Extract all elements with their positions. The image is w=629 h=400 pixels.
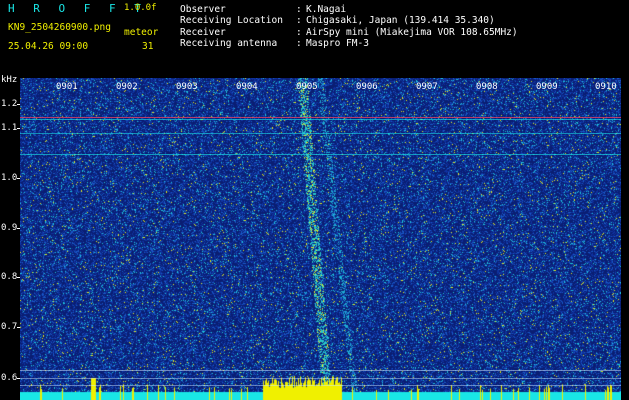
carrier-line [20,133,621,134]
info-label-observer: Observer [180,4,226,15]
x-tick-label: 0903 [176,82,198,92]
meteor-label: meteor [124,27,159,38]
date-time: 25.04.26 09:00 [8,41,89,52]
info-value-observer: K.Nagai [306,4,347,15]
x-tick-label: 0906 [356,82,378,92]
info-value-antenna: Maspro FM-3 [306,38,369,49]
x-tick-label: 0904 [236,82,258,92]
y-tick-label: 1.1 [1,123,18,133]
carrier-line [20,385,621,386]
info-value-location: Chigasaki, Japan (139.414 35.340) [306,15,495,26]
y-tick [17,228,20,229]
y-tick [17,378,20,379]
x-tick-label: 0902 [116,82,138,92]
y-tick-label: 0.7 [1,322,18,332]
carrier-line [20,154,621,155]
spectrogram [20,78,621,400]
y-tick-label: 0.9 [1,223,18,233]
info-label-receiver: Receiver [180,27,226,38]
y-tick [17,277,20,278]
y-tick [17,104,20,105]
carrier-line [20,370,621,371]
spectrogram-canvas [20,78,621,400]
y-tick [17,327,20,328]
info-value-receiver: AirSpy mini (Miakejima VOR 108.65MHz) [306,27,518,38]
y-tick [17,178,20,179]
info-colon: : [296,15,302,26]
y-tick-label: 0.6 [1,373,18,383]
y-tick-label: 1.0 [1,173,18,183]
info-label-antenna: Receiving antenna [180,38,278,49]
y-tick-label: 1.2 [1,99,18,109]
x-tick-label: 0909 [536,82,558,92]
info-colon: : [296,4,302,15]
y-axis-unit: kHz [1,75,18,85]
info-colon: : [296,38,302,49]
x-tick-label: 0905 [296,82,318,92]
x-tick-label: 0907 [416,82,438,92]
file-name: KN9_2504260900.png [8,22,111,33]
info-label-location: Receiving Location [180,15,283,26]
meteor-count: 31 [142,41,154,52]
x-tick-label: 0910 [595,82,617,92]
x-tick-label: 0901 [56,82,78,92]
y-tick-label: 0.8 [1,272,18,282]
y-tick [17,128,20,129]
version-label: 1.0.0f [124,3,157,13]
carrier-line [20,378,621,379]
x-tick-label: 0908 [476,82,498,92]
info-colon: : [296,27,302,38]
carrier-line [20,119,621,120]
carrier-line [20,117,621,118]
